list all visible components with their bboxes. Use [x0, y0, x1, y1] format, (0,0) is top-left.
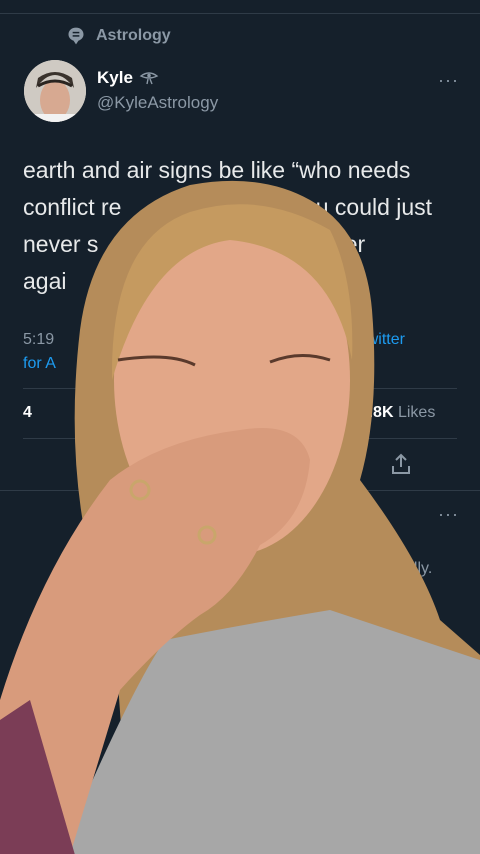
person-overlay-image — [0, 180, 480, 854]
